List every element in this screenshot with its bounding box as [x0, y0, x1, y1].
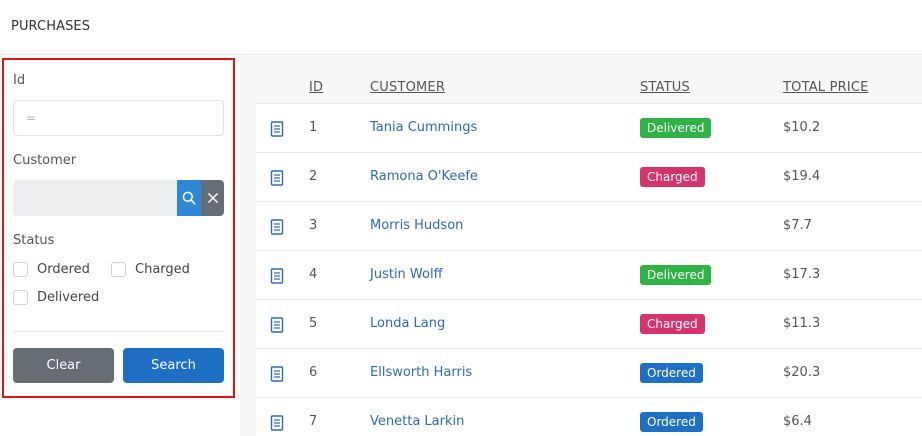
search-button[interactable]: Search — [123, 348, 224, 383]
column-header-total-price[interactable]: TOTAL PRICE — [783, 80, 869, 95]
table-row: 1 Tania Cummings Delivered $10.2 — [256, 104, 922, 153]
cell-id: 1 — [309, 120, 318, 135]
checkbox[interactable] — [13, 290, 28, 305]
search-icon — [182, 191, 196, 205]
customer-search-button[interactable] — [177, 180, 201, 216]
cell-total-price: $10.2 — [783, 120, 821, 135]
cell-id: 3 — [309, 218, 318, 233]
status-checkbox-ordered[interactable]: Ordered — [13, 262, 90, 277]
status-badge: Charged — [640, 167, 705, 187]
document-icon[interactable] — [270, 415, 284, 431]
table-row: 6 Ellsworth Harris Ordered $20.3 — [256, 349, 922, 398]
customer-link[interactable]: Tania Cummings — [370, 120, 477, 135]
document-icon[interactable] — [270, 121, 284, 137]
cell-total-price: $6.4 — [783, 414, 812, 429]
cell-total-price: $20.3 — [783, 365, 821, 380]
status-badge: Charged — [640, 314, 705, 334]
table-row: 4 Justin Wolff Delivered $17.3 — [256, 251, 922, 300]
table-row: 5 Londa Lang Charged $11.3 — [256, 300, 922, 349]
filter-panel: Id Customer Status Ordered Charged Deliv… — [2, 58, 235, 398]
checkbox-label: Delivered — [37, 290, 100, 305]
customer-link[interactable]: Morris Hudson — [370, 218, 463, 233]
customer-link[interactable]: Ellsworth Harris — [370, 365, 472, 380]
document-icon[interactable] — [270, 170, 284, 186]
cell-id: 4 — [309, 267, 318, 282]
checkbox-label: Charged — [135, 262, 190, 277]
customer-clear-button[interactable] — [201, 180, 224, 216]
page-title: PURCHASES — [11, 19, 91, 34]
document-icon[interactable] — [270, 219, 284, 235]
clear-button[interactable]: Clear — [13, 348, 114, 383]
cell-total-price: $11.3 — [783, 316, 821, 331]
cell-total-price: $19.4 — [783, 169, 821, 184]
checkbox[interactable] — [13, 262, 28, 277]
id-label: Id — [13, 73, 26, 88]
cell-total-price: $7.7 — [783, 218, 812, 233]
close-icon — [207, 192, 218, 204]
status-badge: Delivered — [640, 118, 712, 138]
customer-link[interactable]: Venetta Larkin — [370, 414, 464, 429]
column-header-status[interactable]: STATUS — [640, 80, 690, 95]
customer-label: Customer — [13, 153, 77, 168]
status-label: Status — [13, 233, 55, 248]
cell-id: 2 — [309, 169, 318, 184]
status-badge: Delivered — [640, 265, 712, 285]
table-header: ID CUSTOMER STATUS TOTAL PRICE — [256, 71, 922, 104]
status-badge: Ordered — [640, 363, 703, 383]
table-row: 3 Morris Hudson $7.7 — [256, 202, 922, 251]
column-header-customer[interactable]: CUSTOMER — [370, 80, 445, 95]
page-header: PURCHASES — [0, 0, 922, 55]
purchases-table: ID CUSTOMER STATUS TOTAL PRICE 1 Tania Cu… — [256, 71, 922, 436]
status-checkbox-delivered[interactable]: Delivered — [13, 290, 99, 305]
customer-link[interactable]: Londa Lang — [370, 316, 445, 331]
checkbox[interactable] — [111, 262, 126, 277]
document-icon[interactable] — [270, 317, 284, 333]
customer-link[interactable]: Ramona O'Keefe — [370, 169, 478, 184]
document-icon[interactable] — [270, 268, 284, 284]
panel-divider — [13, 331, 224, 332]
main-area: ID CUSTOMER STATUS TOTAL PRICE 1 Tania Cu… — [240, 56, 922, 436]
table-row: 7 Venetta Larkin Ordered $6.4 — [256, 398, 922, 436]
cell-total-price: $17.3 — [783, 267, 821, 282]
customer-link[interactable]: Justin Wolff — [370, 267, 443, 282]
cell-id: 7 — [309, 414, 318, 429]
checkbox-label: Ordered — [37, 262, 90, 277]
document-icon[interactable] — [270, 366, 284, 382]
id-filter-input[interactable] — [13, 100, 224, 136]
table-row: 2 Ramona O'Keefe Charged $19.4 — [256, 153, 922, 202]
column-header-id[interactable]: ID — [309, 80, 323, 95]
cell-id: 6 — [309, 365, 318, 380]
customer-filter-input[interactable] — [13, 180, 178, 216]
status-badge: Ordered — [640, 412, 703, 432]
status-checkbox-charged[interactable]: Charged — [111, 262, 190, 277]
cell-id: 5 — [309, 316, 318, 331]
